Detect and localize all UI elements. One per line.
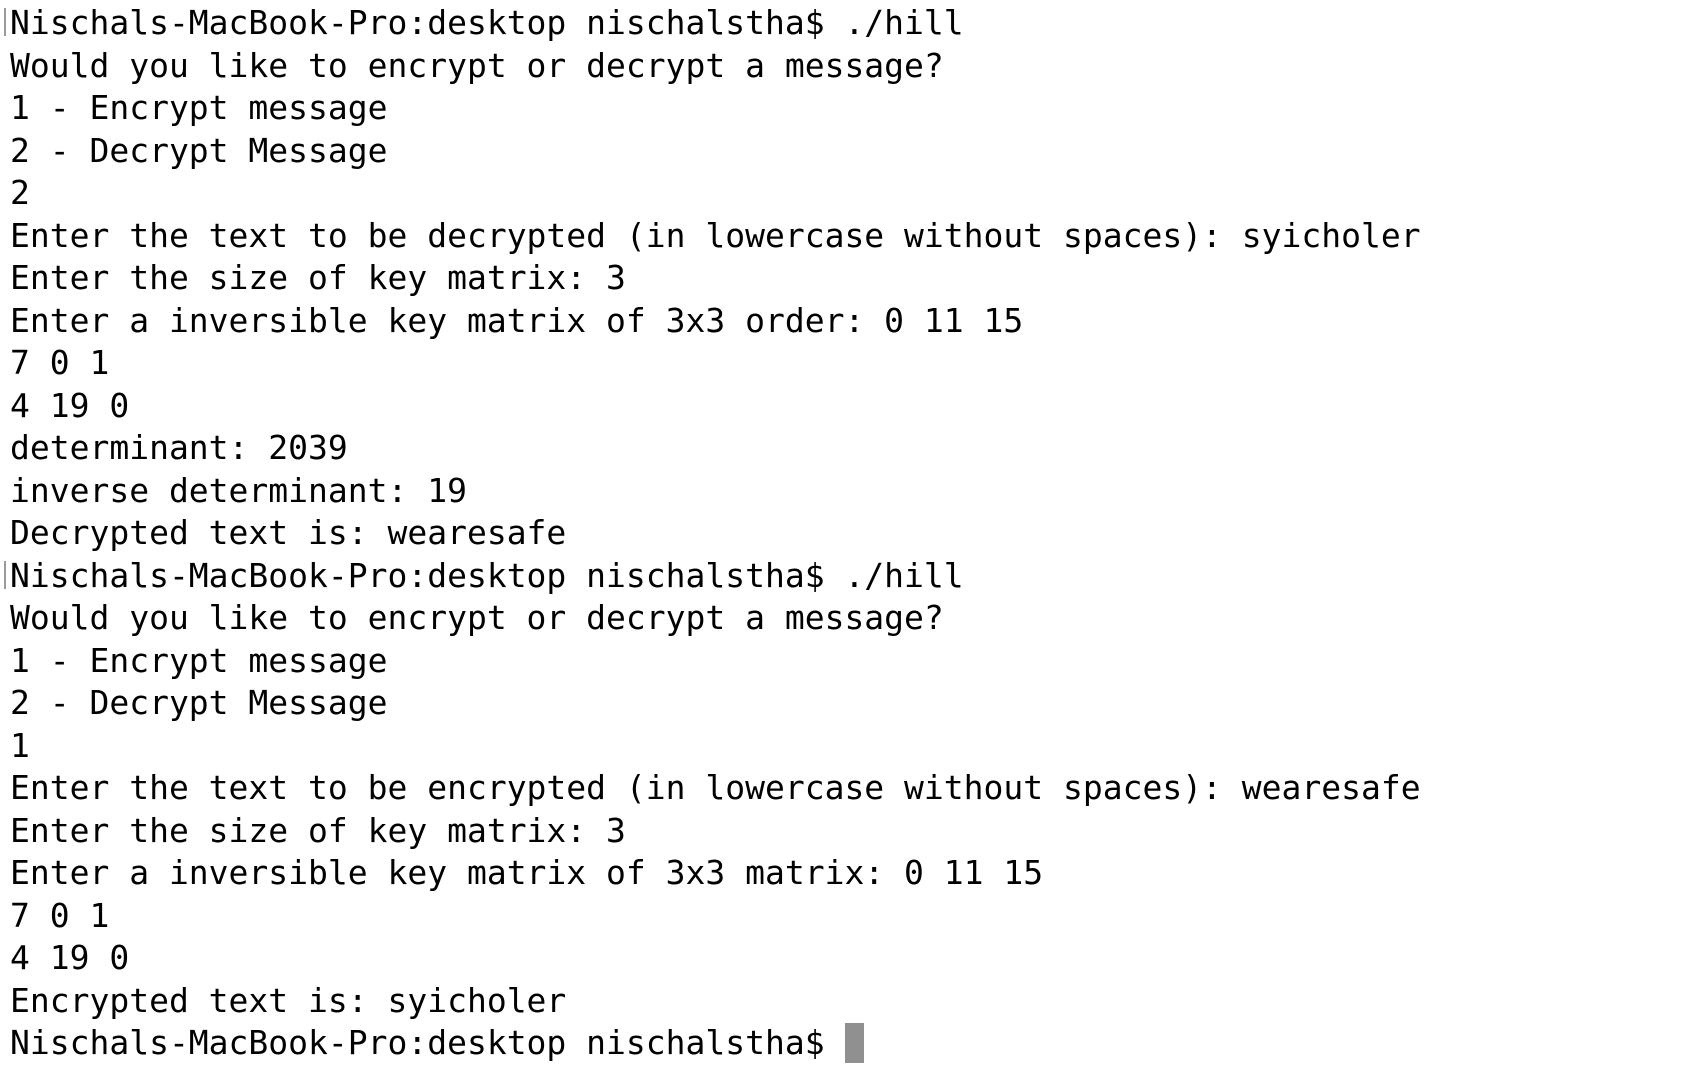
output-line-option-decrypt: 2 - Decrypt Message: [10, 683, 388, 722]
text-cursor[interactable]: [844, 1023, 864, 1063]
input-line-matrix-row-2: 7 0 1: [10, 343, 110, 382]
output-line-question: Would you like to encrypt or decrypt a m…: [10, 45, 944, 85]
output-line-matrix-prompt: Enter a inversible key matrix of 3x3 mat…: [10, 853, 1044, 892]
output-line-text-prompt: Enter the text to be encrypted (in lower…: [10, 768, 1421, 807]
input-line-matrix-row-2: 7 0 1: [10, 895, 110, 935]
terminal-window[interactable]: Nischals-MacBook-Pro:desktop nischalstha…: [0, 0, 1688, 1070]
output-line-size-prompt: Enter the size of key matrix: 3: [10, 258, 626, 297]
input-line-matrix-row-3: 4 19 0: [10, 385, 130, 425]
shell-prompt-text: Nischals-MacBook-Pro:desktop nischalstha…: [10, 555, 964, 595]
output-line-matrix-prompt: Enter a inversible key matrix of 3x3 ord…: [10, 300, 1024, 340]
shell-prompt-active[interactable]: Nischals-MacBook-Pro:desktop nischalstha…: [10, 1022, 1688, 1065]
output-line-option-encrypt: 1 - Encrypt message: [10, 88, 388, 127]
shell-prompt-text: Nischals-MacBook-Pro:desktop nischalstha…: [10, 1023, 825, 1062]
prompt-mark: [4, 560, 6, 589]
output-line-result: Encrypted text is: syicholer: [10, 980, 567, 1020]
output-line-size-prompt: Enter the size of key matrix: 3: [10, 810, 626, 850]
output-line-determinant: determinant: 2039: [10, 428, 348, 467]
input-line-matrix-row-3: 4 19 0: [10, 938, 130, 977]
output-line-text-prompt: Enter the text to be decrypted (in lower…: [10, 215, 1421, 255]
shell-prompt-text: Nischals-MacBook-Pro:desktop nischalstha…: [10, 3, 964, 42]
prompt-mark: [4, 8, 6, 36]
output-line-inverse-determinant: inverse determinant: 19: [10, 470, 467, 510]
shell-prompt-line: Nischals-MacBook-Pro:desktop nischalstha…: [4, 555, 1688, 598]
output-line-question: Would you like to encrypt or decrypt a m…: [10, 598, 944, 637]
input-line-choice: 2: [10, 173, 30, 212]
input-line-choice: 1: [10, 725, 30, 765]
output-line-result: Decrypted text is: wearesafe: [10, 513, 567, 552]
output-line-option-encrypt: 1 - Encrypt message: [10, 640, 388, 680]
shell-prompt-line: Nischals-MacBook-Pro:desktop nischalstha…: [4, 2, 1688, 45]
output-line-option-decrypt: 2 - Decrypt Message: [10, 130, 388, 170]
